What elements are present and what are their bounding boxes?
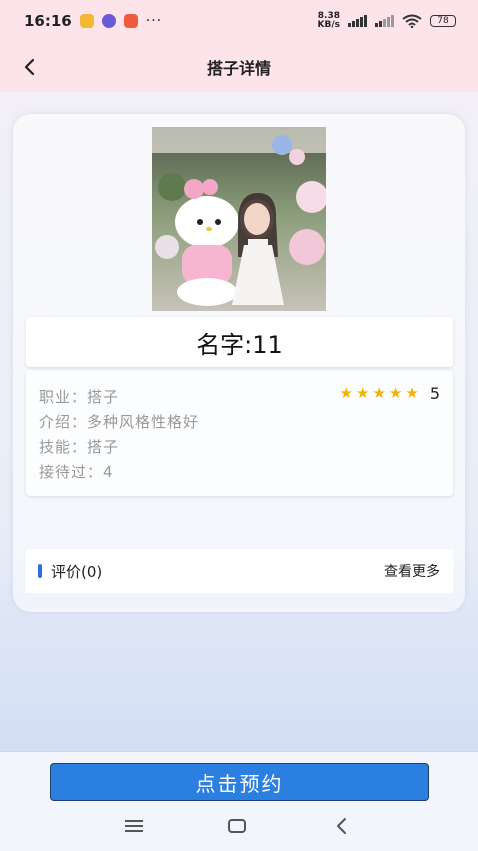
- info-value: 4: [103, 463, 114, 481]
- info-row-occupation: 职业：搭子: [39, 386, 119, 407]
- profile-name: 名字:11: [196, 330, 283, 359]
- status-bar: 16:16 ··· 8.38 KB/s 78: [0, 0, 478, 42]
- notification-app-icon: [101, 14, 116, 28]
- star-icon: ★: [372, 384, 386, 402]
- name-panel: 名字:11: [26, 317, 453, 367]
- header-bar: 搭子详情: [0, 42, 478, 92]
- info-panel: 职业：搭子 介绍：多种风格性格好 技能：搭子 接待过：4 ★ ★ ★ ★ ★ 5: [26, 370, 453, 496]
- menu-icon: [125, 820, 143, 832]
- info-value: 搭子: [87, 438, 120, 456]
- page-title: 搭子详情: [206, 59, 271, 78]
- section-marker: [38, 564, 42, 578]
- chevron-left-icon: [24, 58, 35, 76]
- back-button[interactable]: [14, 52, 44, 82]
- book-button[interactable]: 点击预约: [50, 763, 429, 801]
- star-icon: ★: [405, 384, 419, 402]
- system-back-button[interactable]: [329, 814, 353, 838]
- star-icon: ★: [356, 384, 370, 402]
- info-row-skill: 技能：搭子: [39, 436, 119, 457]
- star-rating: ★ ★ ★ ★ ★ 5: [340, 384, 440, 403]
- info-label: 介绍：: [39, 413, 88, 431]
- reviews-section-header: 评价(0) 查看更多: [26, 549, 453, 593]
- info-value: 搭子: [87, 388, 120, 406]
- info-row-intro: 介绍：多种风格性格好: [39, 411, 199, 432]
- signal-icon: [348, 15, 367, 27]
- wifi-icon: [402, 14, 422, 28]
- battery-icon: 78: [430, 15, 456, 27]
- home-button[interactable]: [225, 814, 249, 838]
- notification-app-icon: [123, 14, 138, 28]
- view-more-link[interactable]: 查看更多: [384, 561, 440, 581]
- info-label: 技能：: [39, 438, 88, 456]
- home-icon: [228, 819, 246, 833]
- more-notifications-icon: ···: [145, 13, 163, 29]
- network-speed: 8.38 KB/s: [317, 11, 340, 30]
- signal-icon: [375, 15, 394, 27]
- reviews-title: 评价(0): [51, 562, 103, 581]
- info-value: 多种风格性格好: [87, 413, 200, 431]
- menu-button[interactable]: [122, 814, 146, 838]
- battery-level: 78: [437, 16, 449, 26]
- star-icon: ★: [388, 384, 403, 402]
- profile-photo-image: [152, 127, 326, 311]
- info-label: 职业：: [39, 388, 88, 406]
- status-time: 16:16: [24, 12, 72, 30]
- back-icon: [337, 818, 346, 834]
- info-row-served: 接待过：4: [39, 461, 114, 482]
- profile-photo[interactable]: [152, 127, 326, 311]
- rating-value: 5: [429, 384, 440, 403]
- system-navigation-bar: [0, 810, 478, 842]
- info-label: 接待过：: [39, 463, 104, 481]
- star-icon: ★: [339, 384, 353, 402]
- notification-app-icon: [79, 14, 94, 28]
